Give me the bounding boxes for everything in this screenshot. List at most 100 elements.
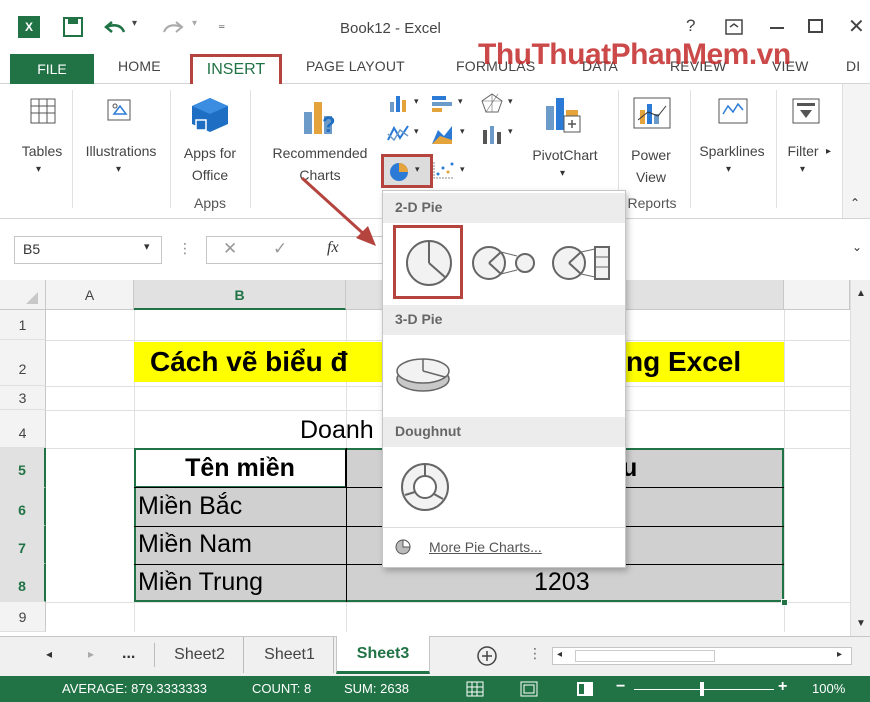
column-header-a[interactable]: A [46, 280, 134, 310]
sparklines-icon[interactable] [718, 98, 748, 124]
row-header-2[interactable]: 2 [0, 340, 46, 386]
area-chart-dropdown-icon[interactable]: ▾ [460, 126, 465, 137]
line-chart-dropdown-icon[interactable]: ▾ [414, 126, 419, 137]
stock-chart-dropdown-icon[interactable]: ▾ [508, 126, 513, 137]
column-chart-dropdown-icon[interactable]: ▾ [414, 96, 419, 107]
row-header-7[interactable]: 7 [0, 526, 46, 564]
radar-chart-dropdown-icon[interactable]: ▾ [508, 96, 513, 107]
column-header-next[interactable] [784, 280, 850, 310]
sheet-tab-sheet2[interactable]: Sheet2 [156, 637, 244, 673]
maximize-icon[interactable] [808, 19, 823, 33]
page-layout-view-icon[interactable] [520, 681, 538, 697]
vertical-scrollbar[interactable]: ▲ ▼ [850, 280, 870, 636]
pivotchart-dropdown-icon[interactable]: ▾ [560, 168, 565, 179]
tab-home[interactable]: HOME [118, 58, 161, 74]
scroll-tabs-left-icon[interactable]: ◂ [46, 647, 52, 661]
pie-of-pie-icon[interactable] [471, 241, 537, 285]
apps-for-office-icon[interactable] [190, 96, 232, 134]
hscroll-right-icon[interactable]: ▸ [837, 649, 842, 660]
pie-2d-option[interactable] [393, 225, 463, 299]
scroll-down-icon[interactable]: ▼ [856, 618, 866, 629]
column-chart-icon[interactable] [388, 94, 410, 114]
tables-button[interactable]: Tables [14, 140, 70, 162]
doughnut-icon[interactable] [399, 461, 453, 515]
zoom-in-icon[interactable]: + [778, 678, 787, 696]
power-view-line1[interactable]: Power [620, 144, 682, 166]
illustrations-dropdown-icon[interactable]: ▾ [116, 164, 121, 175]
tab-split-grip-icon[interactable]: ⋮ [528, 645, 542, 662]
illustrations-button[interactable]: Illustrations [74, 140, 168, 162]
sheet-tab-sheet1[interactable]: Sheet1 [246, 637, 334, 673]
undo-icon[interactable] [104, 18, 128, 36]
tab-insert[interactable]: INSERT [190, 54, 282, 84]
pivotchart-icon[interactable] [542, 96, 582, 136]
tables-icon[interactable] [30, 98, 56, 124]
bar-of-pie-icon[interactable] [551, 241, 617, 285]
area-chart-icon[interactable] [430, 124, 456, 146]
new-sheet-icon[interactable] [476, 645, 498, 667]
row-header-1[interactable]: 1 [0, 310, 46, 340]
pie-3d-icon[interactable] [395, 351, 455, 397]
pie-chart-button[interactable]: ▾ [381, 154, 433, 188]
row-header-6[interactable]: 6 [0, 488, 46, 526]
close-icon[interactable]: ✕ [848, 14, 865, 39]
sparklines-dropdown-icon[interactable]: ▾ [726, 164, 731, 175]
tab-file[interactable]: FILE [10, 54, 94, 84]
minimize-icon[interactable] [770, 27, 784, 29]
filter-expand-icon[interactable]: ▸ [826, 146, 831, 157]
redo-icon[interactable] [160, 18, 184, 36]
more-sheets[interactable]: ... [122, 645, 135, 663]
zoom-slider-thumb[interactable] [700, 682, 704, 696]
stock-chart-icon[interactable] [480, 124, 504, 146]
filter-dropdown-icon[interactable]: ▾ [800, 164, 805, 175]
name-box[interactable]: B5 [14, 236, 162, 264]
name-box-dropdown-icon[interactable]: ▾ [144, 240, 150, 253]
sparklines-button[interactable]: Sparklines [692, 140, 772, 162]
customize-qat-icon[interactable]: ₌ [218, 16, 225, 33]
normal-view-icon[interactable] [466, 681, 484, 697]
row-header-8[interactable]: 8 [0, 564, 46, 602]
recommended-charts-line1[interactable]: Recommended [258, 142, 382, 164]
expand-formula-bar-icon[interactable]: ⌄ [852, 240, 862, 254]
hscroll-thumb[interactable] [575, 650, 715, 662]
enter-icon[interactable]: ✓ [273, 239, 287, 259]
apps-for-office-button-line1[interactable]: Apps for [172, 142, 248, 164]
hscroll-left-icon[interactable]: ◂ [557, 649, 562, 660]
zoom-out-icon[interactable]: − [616, 678, 625, 696]
bar-chart-dropdown-icon[interactable]: ▾ [458, 96, 463, 107]
page-break-view-icon[interactable] [576, 681, 594, 697]
tab-more[interactable]: DI [846, 58, 860, 74]
radar-chart-icon[interactable] [480, 92, 504, 114]
row-header-5[interactable]: 5 [0, 448, 46, 488]
cancel-icon[interactable]: ✕ [223, 239, 237, 259]
power-view-line2[interactable]: View [620, 166, 682, 188]
row-header-3[interactable]: 3 [0, 386, 46, 410]
pivotchart-button[interactable]: PivotChart [518, 144, 612, 166]
apps-for-office-button-line2[interactable]: Office [172, 164, 248, 186]
scroll-tabs-right-icon[interactable]: ▸ [88, 647, 94, 661]
horizontal-scrollbar[interactable]: ◂ ▸ [552, 647, 852, 665]
bar-chart-icon[interactable] [430, 94, 454, 114]
zoom-slider[interactable] [634, 689, 774, 690]
row-header-9[interactable]: 9 [0, 602, 46, 632]
illustrations-icon[interactable] [106, 98, 134, 124]
line-chart-icon[interactable] [386, 124, 412, 144]
help-icon[interactable]: ? [686, 16, 695, 36]
ribbon-display-icon[interactable] [724, 18, 744, 36]
filter-icon[interactable] [792, 98, 820, 124]
row-header-4[interactable]: 4 [0, 410, 46, 448]
tab-page-layout[interactable]: PAGE LAYOUT [306, 58, 405, 74]
scatter-chart-icon[interactable] [432, 160, 456, 180]
tables-dropdown-icon[interactable]: ▾ [36, 164, 41, 175]
more-pie-charts-option[interactable]: More Pie Charts... [383, 531, 625, 565]
scroll-up-icon[interactable]: ▲ [856, 288, 866, 299]
sheet-tab-sheet3[interactable]: Sheet3 [336, 636, 430, 674]
save-icon[interactable] [62, 16, 84, 38]
power-view-icon[interactable] [632, 96, 672, 132]
fill-handle[interactable] [781, 599, 788, 606]
column-header-b[interactable]: B [134, 280, 346, 310]
collapse-ribbon-icon[interactable]: ⌃ [850, 196, 860, 210]
select-all-corner[interactable] [0, 280, 46, 310]
redo-dropdown-icon[interactable]: ▾ [192, 18, 197, 29]
undo-dropdown-icon[interactable]: ▾ [132, 18, 137, 29]
